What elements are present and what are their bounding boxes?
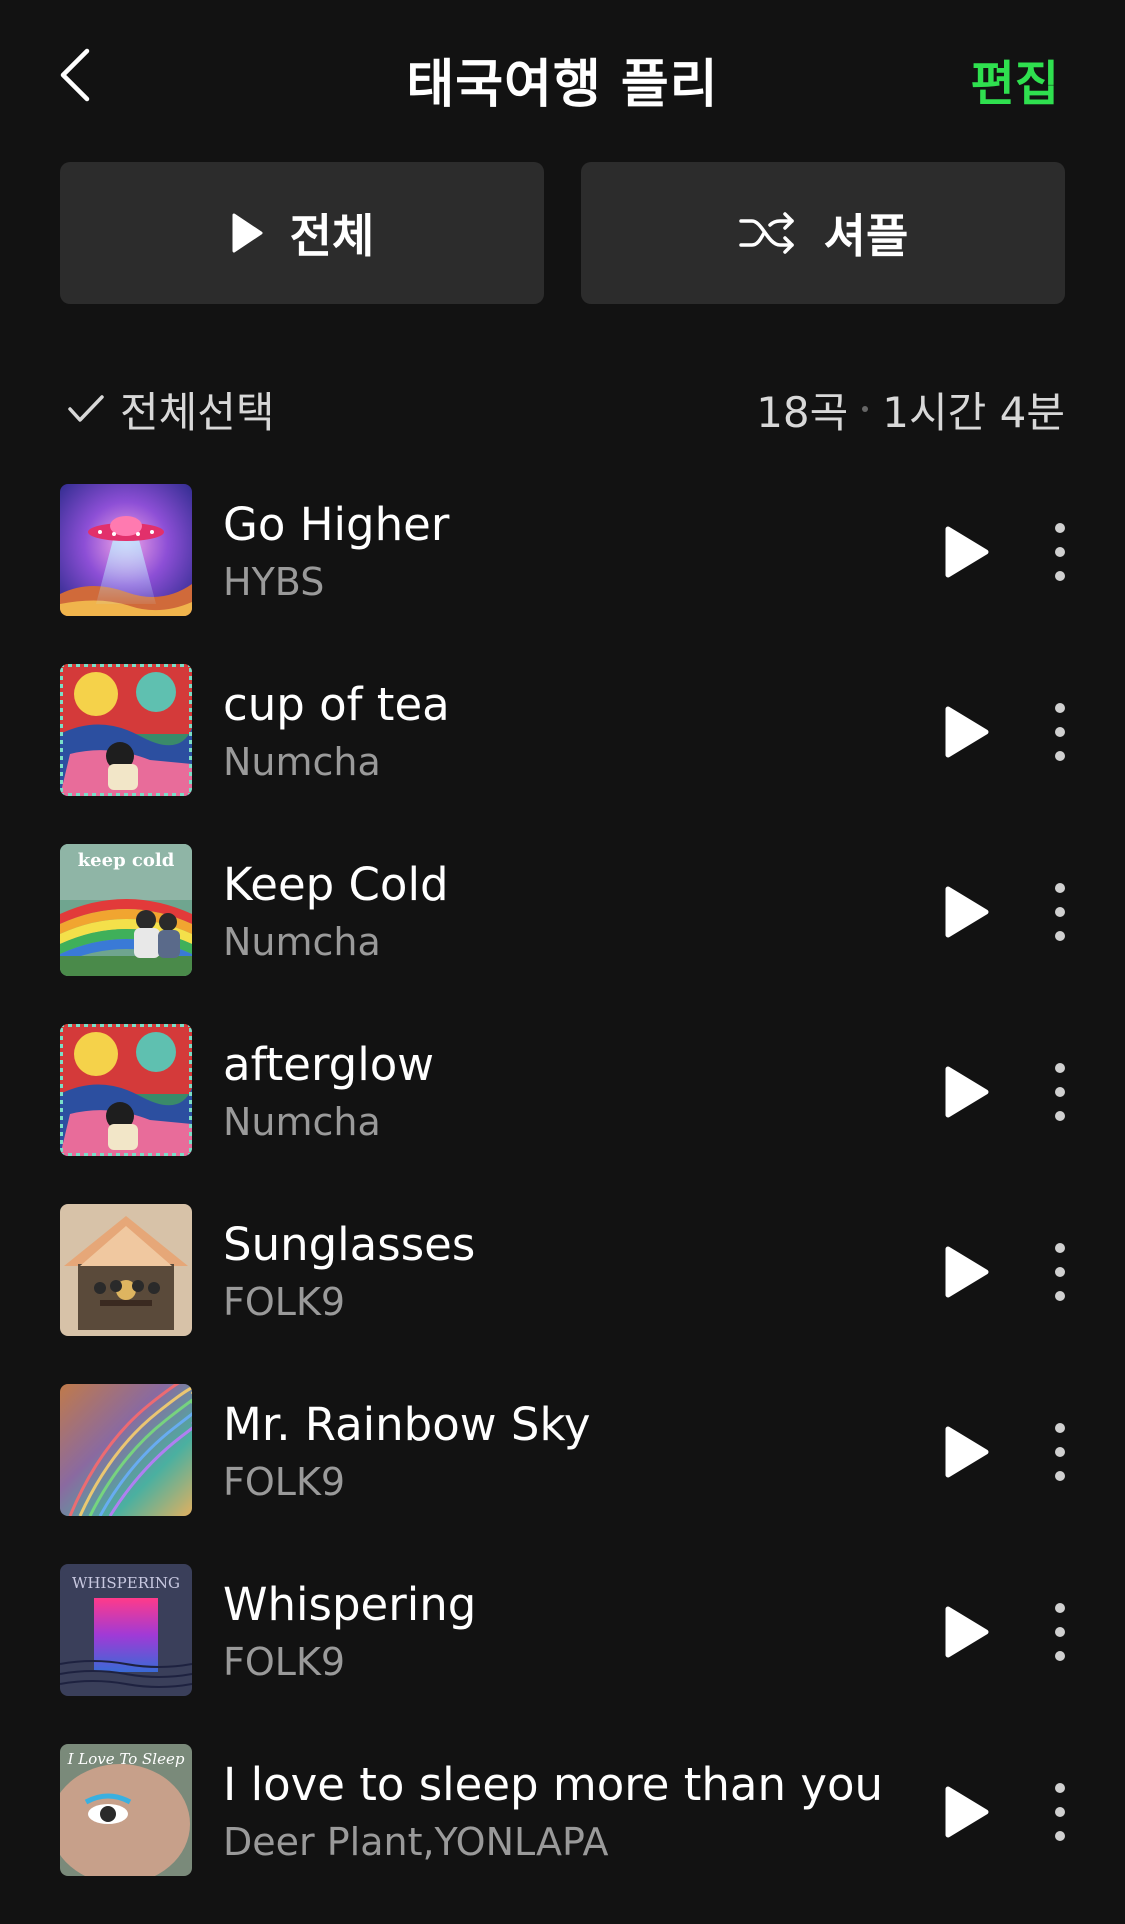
track-count: 18곡 xyxy=(756,387,849,437)
select-all-toggle[interactable]: 전체선택 xyxy=(66,379,275,440)
track-list: Go Higher HYBS cup of tea Numcha keep co… xyxy=(0,484,1125,1924)
shuffle-icon xyxy=(738,212,794,254)
playlist-meta: 18곡 1시간 4분 xyxy=(756,379,1065,440)
header: 태국여행 플리 편집 xyxy=(0,0,1125,150)
track-title: afterglow xyxy=(223,1038,435,1091)
album-art[interactable] xyxy=(60,664,192,796)
track-row[interactable]: cup of tea Numcha xyxy=(0,664,1125,844)
album-art[interactable] xyxy=(60,1384,192,1516)
track-row[interactable]: keep cold Keep Cold Numcha xyxy=(0,844,1125,1024)
edit-button[interactable]: 편집 xyxy=(971,44,1059,114)
track-title: Go Higher xyxy=(223,498,450,551)
play-track-icon[interactable] xyxy=(942,524,992,580)
track-title: Sunglasses xyxy=(223,1218,476,1271)
more-options-icon[interactable] xyxy=(1040,1060,1080,1124)
play-track-icon[interactable] xyxy=(942,1064,992,1120)
album-art[interactable]: I Love To Sleep xyxy=(60,1744,192,1876)
page-title: 태국여행 플리 xyxy=(406,55,719,115)
track-row[interactable]: Mr. Rainbow Sky FOLK9 xyxy=(0,1384,1125,1564)
shuffle-button[interactable]: 셔플 xyxy=(581,162,1065,304)
track-title: Whispering xyxy=(223,1578,477,1631)
more-options-icon[interactable] xyxy=(1040,520,1080,584)
selection-bar: 전체선택 18곡 1시간 4분 xyxy=(66,378,1065,440)
more-options-icon[interactable] xyxy=(1040,880,1080,944)
more-options-icon[interactable] xyxy=(1040,1420,1080,1484)
track-title: Keep Cold xyxy=(223,858,449,911)
play-track-icon[interactable] xyxy=(942,704,992,760)
play-all-button[interactable]: 전체 xyxy=(60,162,544,304)
play-track-icon[interactable] xyxy=(942,1424,992,1480)
track-row[interactable]: afterglow Numcha xyxy=(0,1024,1125,1204)
play-track-icon[interactable] xyxy=(942,1784,992,1840)
more-options-icon[interactable] xyxy=(1040,1240,1080,1304)
album-art[interactable]: keep cold xyxy=(60,844,192,976)
track-title: I love to sleep more than you xyxy=(223,1758,884,1811)
select-all-label: 전체선택 xyxy=(120,387,275,437)
album-art[interactable]: WHISPERING xyxy=(60,1564,192,1696)
play-track-icon[interactable] xyxy=(942,1244,992,1300)
more-options-icon[interactable] xyxy=(1040,1780,1080,1844)
track-artist: FOLK9 xyxy=(223,1460,346,1504)
album-art-text: I Love To Sleep xyxy=(67,1750,185,1768)
track-artist: Deer Plant,YONLAPA xyxy=(223,1820,609,1864)
action-row: 전체 셔플 xyxy=(60,162,1065,304)
separator-dot xyxy=(862,406,869,412)
track-title: Mr. Rainbow Sky xyxy=(223,1398,591,1451)
track-artist: HYBS xyxy=(223,560,325,604)
album-art[interactable] xyxy=(60,484,192,616)
play-icon xyxy=(232,213,263,253)
track-row[interactable]: WHISPERING Whispering FOLK9 xyxy=(0,1564,1125,1744)
album-art-text: WHISPERING xyxy=(72,1574,180,1592)
track-row[interactable]: Sunglasses FOLK9 xyxy=(0,1204,1125,1384)
track-artist: FOLK9 xyxy=(223,1640,346,1684)
track-row[interactable]: Go Higher HYBS xyxy=(0,484,1125,664)
album-art-text: keep cold xyxy=(78,850,175,871)
shuffle-label: 셔플 xyxy=(823,209,909,263)
track-artist: Numcha xyxy=(223,920,381,964)
play-track-icon[interactable] xyxy=(942,884,992,940)
album-art[interactable] xyxy=(60,1024,192,1156)
check-icon xyxy=(68,395,104,422)
more-options-icon[interactable] xyxy=(1040,700,1080,764)
track-artist: FOLK9 xyxy=(223,1280,346,1324)
play-track-icon[interactable] xyxy=(942,1604,992,1660)
play-all-label: 전체 xyxy=(289,209,375,263)
more-options-icon[interactable] xyxy=(1040,1600,1080,1664)
total-duration: 1시간 4분 xyxy=(882,387,1065,437)
track-title: cup of tea xyxy=(223,678,450,731)
track-artist: Numcha xyxy=(223,1100,381,1144)
track-artist: Numcha xyxy=(223,740,381,784)
album-art[interactable] xyxy=(60,1204,192,1336)
track-row[interactable]: I Love To Sleep I love to sleep more tha… xyxy=(0,1744,1125,1924)
